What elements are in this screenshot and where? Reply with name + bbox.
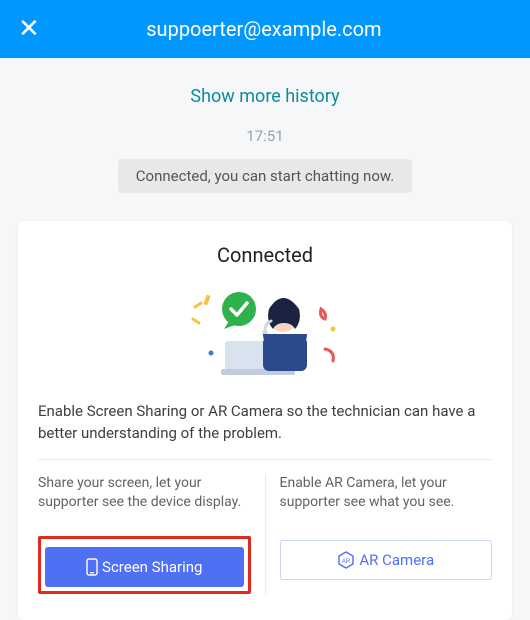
screen-sharing-label: Screen Sharing [102,558,202,576]
card-prompt: Enable Screen Sharing or AR Camera so th… [38,401,492,460]
show-history-link[interactable]: Show more history [0,58,530,127]
highlight-box: Screen Sharing [38,536,251,594]
screen-sharing-desc: Share your screen, let your supporter se… [38,474,251,536]
ar-camera-desc: Enable AR Camera, let your supporter see… [280,474,493,536]
support-illustration [38,279,492,379]
header-title: suppoerter@example.com [16,17,512,41]
ar-icon: AR [337,551,355,569]
connected-card: Connected Enable Screen Sh [18,221,512,620]
ar-camera-button[interactable]: AR AR Camera [280,540,493,580]
svg-text:AR: AR [342,559,351,565]
status-message: Connected, you can start chatting now. [118,159,412,193]
options-row: Share your screen, let your supporter se… [38,474,492,594]
phone-icon [86,558,98,576]
screen-sharing-option: Share your screen, let your supporter se… [38,474,265,594]
screen-sharing-button[interactable]: Screen Sharing [45,547,244,587]
ar-camera-label: AR Camera [359,551,434,569]
ar-camera-option: Enable AR Camera, let your supporter see… [265,474,493,594]
timestamp: 17:51 [0,127,530,159]
app-header: ✕ suppoerter@example.com [0,0,530,58]
card-title: Connected [38,243,492,267]
